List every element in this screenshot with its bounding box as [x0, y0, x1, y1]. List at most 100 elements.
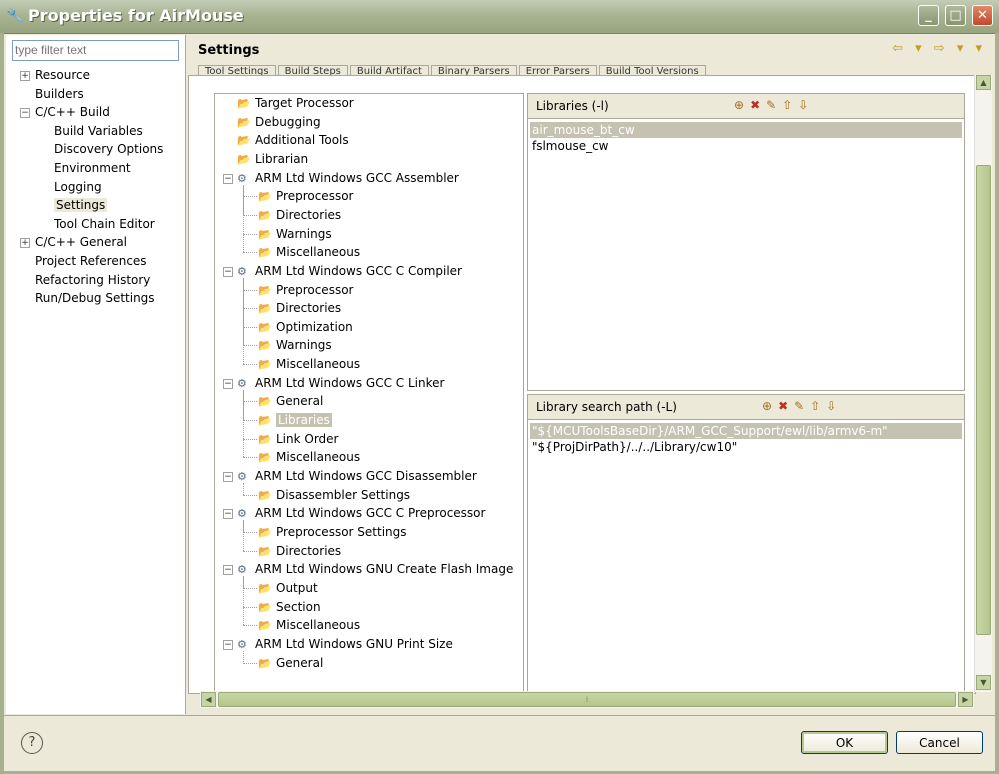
- settings-folder-icon: 📂: [258, 227, 272, 241]
- vertical-scroll-thumb[interactable]: [976, 165, 991, 635]
- tree-item[interactable]: 📂 Additional Tools: [237, 131, 349, 149]
- collapse-icon[interactable]: −: [223, 266, 233, 277]
- collapse-icon[interactable]: −: [223, 472, 233, 482]
- tree-item[interactable]: 📂 Miscellaneous: [258, 448, 360, 466]
- tree-connector: [243, 389, 244, 458]
- tree-item[interactable]: 📂 Miscellaneous: [258, 616, 360, 634]
- collapse-icon[interactable]: −: [20, 108, 30, 119]
- move-up-icon[interactable]: ⇧: [810, 399, 826, 413]
- horizontal-scroll-thumb[interactable]: ⁞: [218, 692, 956, 707]
- list-item[interactable]: "${MCUToolsBaseDir}/ARM_GCC_Support/ewl/…: [530, 423, 962, 439]
- tree-item[interactable]: ⚙ ARM Ltd Windows GNU Print Size: [237, 635, 453, 653]
- nav-item-discovery-options[interactable]: Discovery Options: [54, 141, 163, 158]
- tree-item[interactable]: 📂 Warnings: [258, 225, 332, 243]
- collapse-icon[interactable]: −: [223, 173, 233, 184]
- horizontal-scrollbar[interactable]: ◀ ⁞ ▶: [200, 691, 974, 708]
- list-item[interactable]: fslmouse_cw: [530, 138, 609, 154]
- nav-item-tool-chain-editor[interactable]: Tool Chain Editor: [54, 216, 155, 233]
- collapse-icon[interactable]: −: [223, 639, 233, 650]
- minimize-button[interactable]: _: [918, 5, 939, 26]
- list-item[interactable]: "${ProjDirPath}/../../Library/cw10": [530, 439, 737, 455]
- nav-item-builders[interactable]: Builders: [35, 86, 84, 103]
- tree-item[interactable]: 📂 Libraries: [258, 411, 332, 429]
- nav-item-run-debug-settings[interactable]: Run/Debug Settings: [35, 290, 155, 307]
- add-icon[interactable]: ⊕: [734, 98, 750, 112]
- nav-item-environment[interactable]: Environment: [54, 160, 131, 177]
- add-icon[interactable]: ⊕: [762, 399, 778, 413]
- tool-gear-icon: ⚙: [237, 171, 247, 185]
- tree-item[interactable]: 📂 Target Processor: [237, 94, 354, 112]
- tree-item[interactable]: 📂 Preprocessor: [258, 187, 353, 205]
- nav-item-refactoring-history[interactable]: Refactoring History: [35, 272, 150, 289]
- tree-item[interactable]: 📂 Debugging: [237, 113, 321, 131]
- list-item[interactable]: air_mouse_bt_cw: [530, 122, 962, 138]
- tree-item[interactable]: ⚙ ARM Ltd Windows GNU Create Flash Image: [237, 560, 513, 578]
- settings-folder-icon: 📂: [258, 414, 272, 428]
- property-nav-pane: Resource + Builders C/C++ Build− Build Varia…: [6, 35, 186, 714]
- scroll-down-arrow-icon[interactable]: ▼: [976, 675, 991, 690]
- scroll-up-arrow-icon[interactable]: ▲: [976, 75, 991, 90]
- edit-icon[interactable]: ✎: [766, 98, 782, 112]
- delete-icon[interactable]: ✖: [750, 98, 766, 112]
- delete-icon[interactable]: ✖: [778, 399, 794, 413]
- nav-item-label: Builders: [35, 86, 84, 101]
- tree-item[interactable]: ⚙ ARM Ltd Windows GCC Assembler: [237, 169, 459, 187]
- tree-item[interactable]: 📂 Link Order: [258, 430, 339, 448]
- tree-item[interactable]: 📂 Output: [258, 579, 318, 597]
- collapse-icon[interactable]: −: [223, 565, 233, 576]
- move-down-icon[interactable]: ⇩: [826, 399, 842, 413]
- nav-item-project-references[interactable]: Project References: [35, 253, 147, 270]
- move-down-icon[interactable]: ⇩: [798, 98, 814, 112]
- collapse-icon[interactable]: −: [223, 378, 233, 389]
- tree-item[interactable]: ⚙ ARM Ltd Windows GCC C Linker: [237, 374, 444, 392]
- scroll-left-arrow-icon[interactable]: ◀: [201, 692, 216, 707]
- expand-icon[interactable]: +: [20, 71, 30, 81]
- move-up-icon[interactable]: ⇧: [782, 98, 798, 112]
- nav-item-logging[interactable]: Logging: [54, 179, 102, 196]
- edit-icon[interactable]: ✎: [794, 399, 810, 413]
- maximize-button[interactable]: □: [945, 5, 966, 26]
- filter-input[interactable]: [12, 40, 179, 61]
- close-button[interactable]: ✕: [972, 5, 993, 26]
- tree-item[interactable]: 📂 Miscellaneous: [258, 243, 360, 261]
- scroll-right-arrow-icon[interactable]: ▶: [958, 692, 973, 707]
- vertical-scrollbar[interactable]: ▲ ▼: [974, 75, 992, 692]
- tree-item[interactable]: 📂 Directories: [258, 299, 341, 317]
- tree-item[interactable]: 📂 Section: [258, 598, 321, 616]
- tree-item[interactable]: 📂 Preprocessor: [258, 281, 353, 299]
- nav-item-settings[interactable]: Settings: [54, 197, 108, 214]
- tree-item[interactable]: 📂 Miscellaneous: [258, 355, 360, 373]
- nav-item-c-c-build[interactable]: C/C++ Build: [35, 104, 110, 121]
- tree-item[interactable]: 📂 Librarian: [237, 150, 308, 168]
- window-frame-left: [0, 33, 4, 774]
- tree-item[interactable]: ⚙ ARM Ltd Windows GCC C Preprocessor: [237, 504, 485, 522]
- tree-item[interactable]: 📂 Preprocessor Settings: [258, 523, 407, 541]
- tool-gear-icon: ⚙: [237, 637, 247, 651]
- tree-item[interactable]: 📂 Warnings: [258, 336, 332, 354]
- tree-item[interactable]: 📂 Directories: [258, 542, 341, 560]
- settings-folder-icon: 📂: [258, 190, 272, 204]
- tree-connector: [243, 625, 257, 627]
- tree-item[interactable]: ⚙ ARM Ltd Windows GCC C Compiler: [237, 262, 462, 280]
- tree-item[interactable]: ⚙ ARM Ltd Windows GCC Disassembler: [237, 467, 477, 485]
- tree-item[interactable]: 📂 Disassembler Settings: [258, 486, 410, 504]
- tree-item[interactable]: 📂 General: [258, 654, 323, 672]
- help-icon[interactable]: ?: [21, 732, 43, 754]
- nav-item-build-variables[interactable]: Build Variables: [54, 123, 143, 140]
- settings-folder-icon: 📂: [258, 358, 272, 372]
- tree-item[interactable]: 📂 Optimization: [258, 318, 353, 336]
- history-nav-icons[interactable]: ⇦ ▾ ⇨ ▾ ▾: [892, 41, 986, 56]
- cancel-button[interactable]: Cancel: [896, 731, 983, 754]
- tree-connector: [243, 308, 257, 310]
- tree-item[interactable]: 📂 General: [258, 392, 323, 410]
- collapse-icon[interactable]: −: [223, 509, 233, 520]
- tree-connector: [243, 326, 257, 328]
- tree-item-label: Target Processor: [255, 96, 354, 110]
- ok-button[interactable]: OK: [801, 731, 888, 754]
- tree-item-label: Link Order: [276, 431, 339, 446]
- nav-item-resource[interactable]: Resource: [35, 67, 90, 84]
- tree-item[interactable]: 📂 Directories: [258, 206, 341, 224]
- libraries-toolbar: ⊕✖✎⇧⇩: [734, 98, 814, 112]
- expand-icon[interactable]: +: [20, 238, 30, 249]
- nav-item-c-c-general[interactable]: C/C++ General: [35, 234, 127, 251]
